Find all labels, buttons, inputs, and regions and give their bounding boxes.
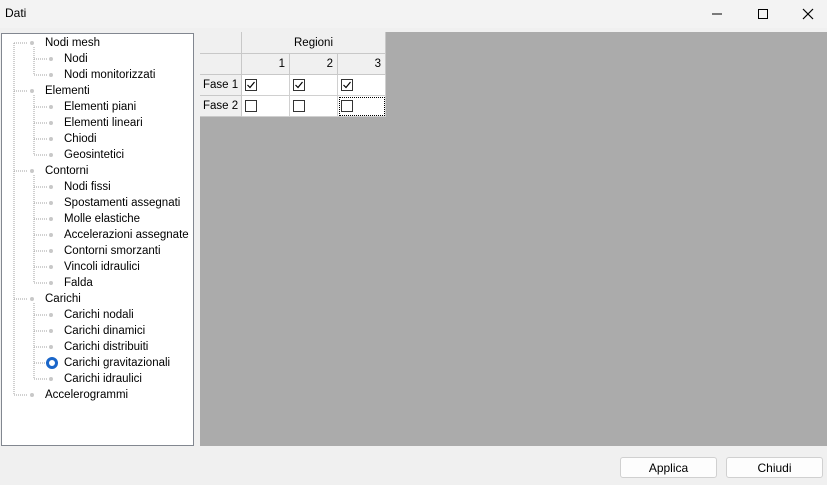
tree-node[interactable]: Falda [64, 275, 93, 291]
tree-node-bullet-icon [49, 137, 53, 141]
checkbox-checked[interactable] [293, 79, 305, 91]
tree-node[interactable]: Carichi dinamici [64, 323, 145, 339]
tree-node-bullet-icon [49, 105, 53, 109]
tree-node-bullet-icon [49, 121, 53, 125]
close-button[interactable]: Chiudi [726, 457, 823, 478]
tree-node-bullet-icon [30, 89, 34, 93]
data-tree-view[interactable]: Nodi mesh Nodi Nodi monitorizzati Elementi E… [1, 33, 194, 446]
tree-node-bullet-icon [30, 169, 34, 173]
tree-node[interactable]: Nodi fissi [64, 179, 111, 195]
grid-column-header[interactable]: 3 [338, 54, 386, 75]
tree-node[interactable]: Spostamenti assegnati [64, 195, 180, 211]
grid-cell[interactable] [242, 96, 290, 117]
tree-node-bullet-icon [49, 329, 53, 333]
grid-column-header[interactable]: 2 [290, 54, 338, 75]
grid-row-header-corner [200, 54, 242, 75]
tree-node-bullet-icon [30, 41, 34, 45]
grid-column-header[interactable]: 1 [242, 54, 290, 75]
tree-group-node[interactable]: Elementi [45, 83, 90, 99]
tree-node-bullet-icon [49, 57, 53, 61]
tree-node-bullet-icon [49, 73, 53, 77]
grid-cell[interactable] [290, 96, 338, 117]
grid-cell[interactable] [338, 75, 386, 96]
close-icon [802, 8, 814, 20]
tree-node[interactable]: Carichi gravitazionali [64, 355, 170, 371]
grid-corner-header [200, 32, 242, 54]
selected-node-indicator-icon [46, 357, 58, 369]
regions-grid[interactable]: Regioni 1 2 3 Fase 1 Fase 2 [200, 32, 827, 446]
tree-node-bullet-icon [49, 217, 53, 221]
tree-group-node[interactable]: Contorni [45, 163, 88, 179]
title-bar: Dati [0, 0, 827, 28]
tree-node[interactable]: Geosintetici [64, 147, 124, 163]
tree-node-bullet-icon [49, 265, 53, 269]
tree-node[interactable]: Elementi lineari [64, 115, 143, 131]
checkbox-checked[interactable] [245, 79, 257, 91]
minimize-button[interactable] [694, 0, 740, 28]
tree-node[interactable]: Carichi idraulici [64, 371, 142, 387]
tree-node-bullet-icon [49, 201, 53, 205]
checkbox-unchecked[interactable] [293, 100, 305, 112]
checkbox-unchecked[interactable] [341, 100, 353, 112]
tree-node[interactable]: Nodi monitorizzati [64, 67, 155, 83]
tree-node[interactable]: Vincoli idraulici [64, 259, 140, 275]
apply-button[interactable]: Applica [620, 457, 717, 478]
tree-node-bullet-icon [49, 233, 53, 237]
tree-node[interactable]: Carichi nodali [64, 307, 134, 323]
tree-node[interactable]: Carichi distribuiti [64, 339, 148, 355]
tree-node-bullet-icon [30, 297, 34, 301]
tree-node[interactable]: Chiodi [64, 131, 97, 147]
checkmark-icon [247, 81, 255, 89]
grid-row-header[interactable]: Fase 2 [200, 96, 242, 117]
close-window-button[interactable] [785, 0, 827, 28]
tree-node[interactable]: Nodi [64, 51, 88, 67]
grid-cell[interactable] [242, 75, 290, 96]
grid-row-header[interactable]: Fase 1 [200, 75, 242, 96]
checkmark-icon [295, 81, 303, 89]
window-title: Dati [5, 6, 27, 20]
tree-node-bullet-icon [49, 313, 53, 317]
tree-node[interactable]: Elementi piani [64, 99, 136, 115]
tree-group-node[interactable]: Nodi mesh [45, 35, 100, 51]
tree-node[interactable]: Molle elastiche [64, 211, 140, 227]
tree-node-bullet-icon [49, 153, 53, 157]
tree-node-bullet-icon [49, 281, 53, 285]
minimize-icon [712, 13, 722, 15]
maximize-icon [758, 9, 768, 19]
grid-group-header: Regioni [242, 32, 386, 54]
tree-node-bullet-icon [30, 393, 34, 397]
tree-group-node[interactable]: Carichi [45, 291, 81, 307]
maximize-button[interactable] [740, 0, 786, 28]
tree-node-bullet-icon [49, 249, 53, 253]
checkmark-icon [343, 81, 351, 89]
tree-node-bullet-icon [49, 345, 53, 349]
tree-node[interactable]: Contorni smorzanti [64, 243, 161, 259]
tree-node-bullet-icon [49, 185, 53, 189]
checkbox-checked[interactable] [341, 79, 353, 91]
grid-cell[interactable] [290, 75, 338, 96]
tree-group-node[interactable]: Accelerogrammi [45, 387, 128, 403]
tree-node-bullet-icon [49, 377, 53, 381]
grid-cell[interactable] [338, 96, 386, 117]
tree-node[interactable]: Accelerazioni assegnate [64, 227, 189, 243]
checkbox-unchecked[interactable] [245, 100, 257, 112]
